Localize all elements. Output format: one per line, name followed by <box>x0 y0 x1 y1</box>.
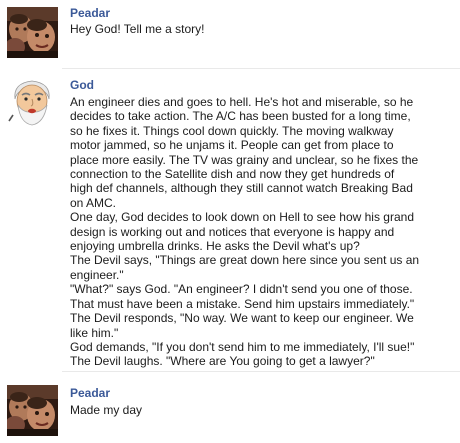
message-body: Made my day <box>70 403 458 417</box>
message-line: One day, God decides to look down on Hel… <box>70 210 414 225</box>
god-cartoon-icon <box>7 75 58 126</box>
message-line: An engineer dies and goes to hell. He's … <box>70 95 414 109</box>
message-line: motor jammed, so he unjams it. People ca… <box>70 138 394 153</box>
message-line: enjoying umbrella drinks. He asks the De… <box>70 239 360 254</box>
message-line: The Devil says, "Things are great down h… <box>70 253 420 268</box>
avatar-peadar[interactable] <box>7 385 58 436</box>
message-peadar-1: Peadar Hey God! Tell me a story! <box>0 0 460 70</box>
author-name-link[interactable]: God <box>70 78 94 92</box>
message-god: God An engineer dies and goes to hell. H… <box>0 70 460 370</box>
message-line: "What?" says God. "An engineer? I didn't… <box>70 282 413 297</box>
message-line: like him." <box>70 325 119 340</box>
author-name-link[interactable]: Peadar <box>70 6 110 20</box>
message-line: design is working out and notices that e… <box>70 224 395 239</box>
message-body: Hey God! Tell me a story! <box>70 22 458 36</box>
message-line: decides to take action. The A/C has been… <box>70 109 411 124</box>
message-line: high def channels, although they still c… <box>70 181 413 196</box>
message-line: place more easily. The TV was grainy and… <box>70 152 419 167</box>
message-line: connection to the Satellite dish and now… <box>70 167 395 182</box>
message-line: Hey God! Tell me a story! <box>70 22 205 36</box>
message-peadar-2: Peadar Made my day <box>0 372 460 443</box>
message-line: That must have been a mistake. Send him … <box>70 296 415 311</box>
message-line: God demands, "If you don't send him to m… <box>70 339 415 354</box>
avatar-peadar[interactable] <box>7 7 58 58</box>
message-divider <box>62 68 460 69</box>
author-name-link[interactable]: Peadar <box>70 386 110 400</box>
message-body: An engineer dies and goes to hell. He's … <box>70 95 458 369</box>
message-line: The Devil responds, "No way. We want to … <box>70 311 414 326</box>
profile-photo-icon <box>7 7 58 58</box>
message-line: The Devil laughs. "Where are You going t… <box>70 354 375 369</box>
message-line: Made my day <box>70 403 143 417</box>
message-line: on AMC. <box>70 195 117 210</box>
message-line: engineer." <box>70 267 124 282</box>
profile-photo-icon <box>7 385 58 436</box>
message-line: so he fixes it. Things cool down quickly… <box>70 123 394 138</box>
avatar-god[interactable] <box>7 75 58 126</box>
